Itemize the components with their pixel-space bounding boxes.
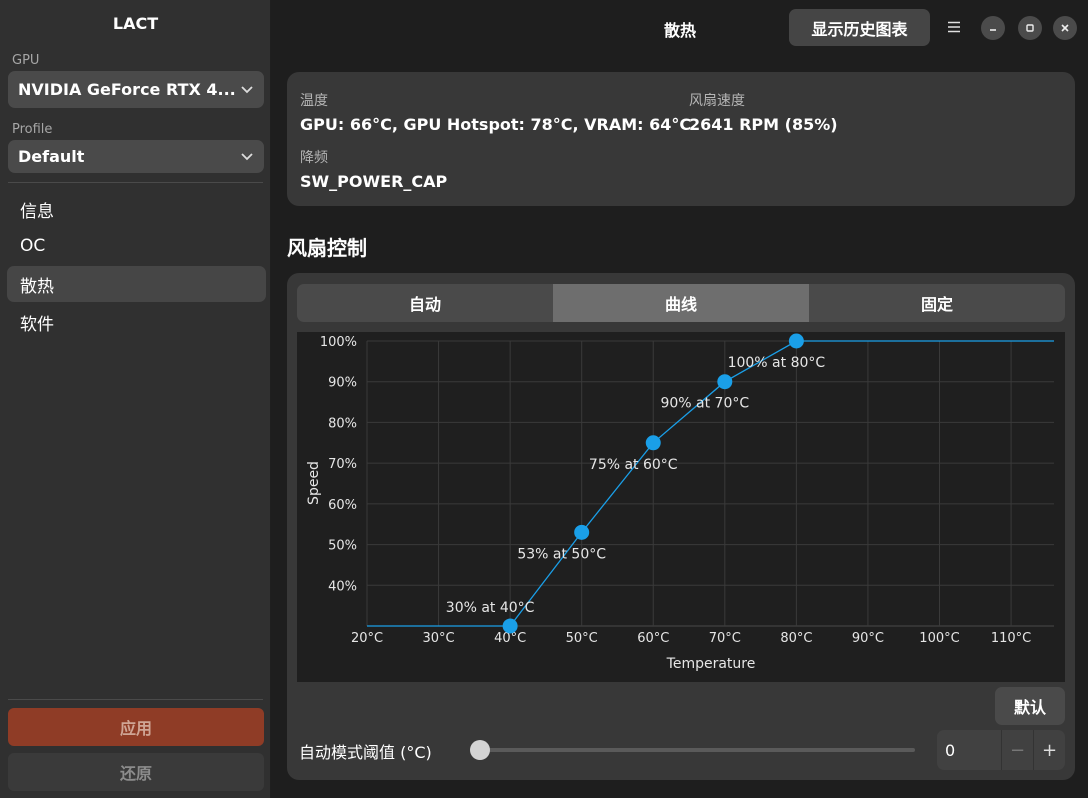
app-title: LACT [112,14,159,33]
point-label: 53% at 50°C [517,546,606,562]
throttle-label: 降频 [300,150,328,166]
x-tick-label: 110°C [991,631,1031,646]
y-tick-label: 70% [328,457,357,472]
fan-control-title: 风扇控制 [287,236,367,260]
point-label: 100% at 80°C [728,355,826,371]
temperature-label: 温度 [300,93,328,109]
x-tick-label: 50°C [566,631,598,646]
sidebar-item-label: 信息 [20,201,54,222]
tab-curve[interactable]: 曲线 [553,284,809,322]
threshold-stepper[interactable]: 0 − + [937,730,1065,770]
y-tick-label: 100% [320,335,357,350]
sidebar-item-label: 散热 [20,276,54,297]
sidebar-item-label: 软件 [20,314,54,335]
x-tick-label: 70°C [709,631,741,646]
y-axis-label: Speed [306,461,322,505]
y-tick-label: 90% [328,376,357,391]
x-tick-label: 60°C [637,631,669,646]
curve-point[interactable] [788,333,804,349]
gpu-dropdown-value: NVIDIA GeForce RTX 4... [18,80,236,99]
x-tick-label: 20°C [351,631,383,646]
apply-button[interactable]: 应用 [8,708,264,746]
sidebar-item-thermal[interactable]: 散热 [7,266,266,302]
sidebar-item-software[interactable]: 软件 [7,304,266,340]
sidebar-item-oc[interactable]: OC [7,228,266,264]
fan-mode-tabs: 自动 曲线 固定 [297,284,1065,322]
point-label: 90% at 70°C [660,396,749,412]
profile-dropdown[interactable]: Default [8,140,264,173]
x-tick-label: 80°C [780,631,812,646]
curve-point[interactable] [574,524,590,540]
curve-point[interactable] [717,374,733,390]
sidebar-item-label: OC [20,236,46,256]
threshold-input[interactable]: 0 [937,741,1001,760]
fan-speed-value: 2641 RPM (85%) [689,115,838,134]
page-title: 散热 [663,21,696,40]
curve-point[interactable] [645,435,661,451]
chevron-down-icon [240,83,254,97]
x-tick-label: 30°C [423,631,455,646]
y-tick-label: 60% [328,498,357,513]
status-card: 温度 GPU: 66°C, GPU Hotspot: 78°C, VRAM: 6… [287,72,1075,206]
threshold-slider-track[interactable] [477,748,915,752]
decrement-button[interactable]: − [1001,730,1033,770]
threshold-slider-handle[interactable] [470,740,490,760]
y-tick-label: 50% [328,539,357,554]
default-button[interactable]: 默认 [995,687,1065,725]
increment-button[interactable]: + [1033,730,1065,770]
fan-curve-chart[interactable]: 20°C 30°C 40°C 50°C 60°C 70°C 80°C 90°C 100°C 110… [297,332,1065,682]
point-label: 75% at 60°C [589,457,678,473]
point-label: 30% at 40°C [446,600,535,616]
show-history-button[interactable]: 显示历史图表 [789,9,930,46]
temperature-value: GPU: 66°C, GPU Hotspot: 78°C, VRAM: 64°C [300,115,692,134]
curve-point[interactable] [502,618,518,634]
hamburger-menu-icon[interactable] [944,17,964,37]
y-tick-label: 80% [328,416,357,431]
gpu-dropdown[interactable]: NVIDIA GeForce RTX 4... [8,71,264,108]
maximize-icon[interactable] [1018,16,1042,40]
gpu-label: GPU [12,53,40,68]
fan-speed-label: 风扇速度 [689,93,745,109]
tab-auto[interactable]: 自动 [297,284,553,322]
fan-control-card: 自动 曲线 固定 20°C 30°C 40°C 50°C 60°C 70°C 80°C 90°… [287,273,1075,780]
x-tick-label: 90°C [852,631,884,646]
sidebar-item-info[interactable]: 信息 [7,191,266,227]
y-tick-label: 40% [328,579,357,594]
reset-button[interactable]: 还原 [8,753,264,791]
minimize-icon[interactable] [981,16,1005,40]
fan-curve-line [367,340,1054,627]
auto-threshold-label: 自动模式阈值 (°C) [299,743,432,762]
sidebar-divider [8,182,263,183]
x-tick-label: 100°C [919,631,959,646]
profile-dropdown-value: Default [18,147,85,166]
close-icon[interactable] [1053,16,1077,40]
tab-fixed[interactable]: 固定 [809,284,1065,322]
chevron-down-icon [240,150,254,164]
throttle-value: SW_POWER_CAP [300,172,448,191]
x-axis-label: Temperature [666,656,756,672]
sidebar: LACT GPU NVIDIA GeForce RTX 4... Profile… [0,0,271,798]
fan-curve-svg[interactable]: 20°C 30°C 40°C 50°C 60°C 70°C 80°C 90°C 100°C 110… [297,332,1065,682]
sidebar-divider [8,699,263,700]
profile-label: Profile [12,122,53,137]
